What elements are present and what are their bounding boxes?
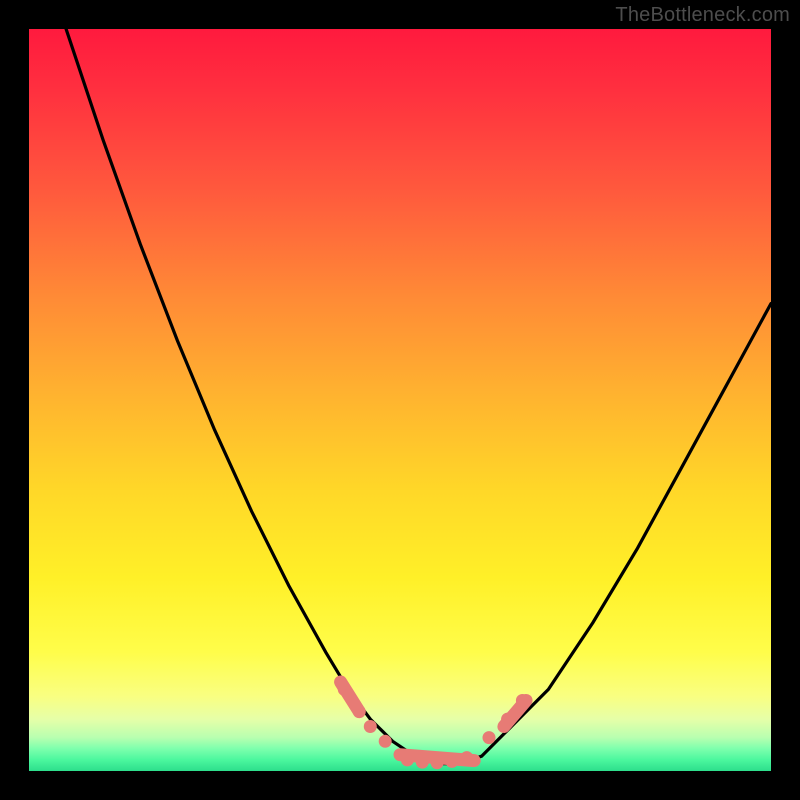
bottleneck-curve: [29, 29, 771, 764]
marker-left-cluster-4: [379, 735, 392, 748]
gradient-plot-area: [29, 29, 771, 771]
marker-right-cluster-1: [483, 731, 496, 744]
pill-marker-2: [504, 701, 526, 727]
chart-frame: TheBottleneck.com: [0, 0, 800, 800]
pill-marker-0: [400, 755, 474, 761]
attribution-text: TheBottleneck.com: [615, 4, 790, 27]
pill-marker-1: [341, 682, 360, 712]
curve-layer: [29, 29, 771, 771]
marker-left-cluster-3: [364, 720, 377, 733]
